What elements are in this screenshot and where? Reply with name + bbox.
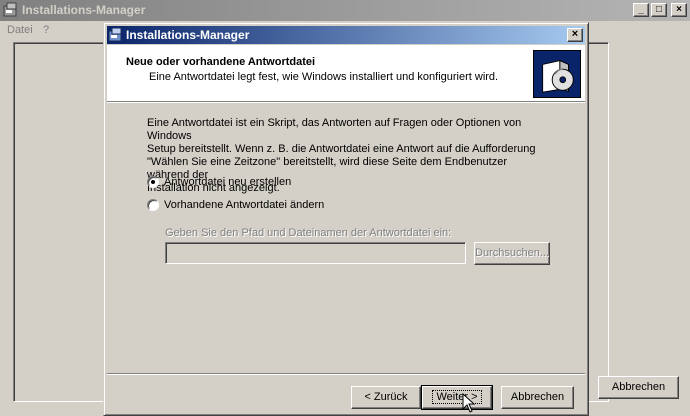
browse-button[interactable]: Durchsuchen...	[474, 242, 550, 265]
installer-app-icon	[108, 27, 122, 42]
dialog-title-bar[interactable]: Installations-Manager ×	[107, 26, 585, 44]
path-field-label: Geben Sie den Pfad und Dateinamen der An…	[165, 227, 452, 239]
software-box-cd-icon	[533, 50, 581, 98]
wizard-page-subtitle: Eine Antwortdatei legt fest, wie Windows…	[149, 71, 499, 83]
radio-modify-existing[interactable]	[147, 199, 159, 211]
close-icon: ×	[676, 4, 682, 15]
header-separator	[107, 101, 585, 103]
dialog-close-button[interactable]: ×	[567, 28, 583, 42]
main-cancel-button[interactable]: Abbrechen	[598, 376, 679, 399]
footer-separator	[107, 373, 585, 375]
next-button[interactable]: Weiter >	[421, 385, 493, 410]
minimize-button[interactable]: _	[633, 3, 649, 17]
maximize-button[interactable]: □	[651, 3, 667, 17]
option-create-new[interactable]: Antwortdatei neu erstellen	[147, 176, 291, 188]
description-line: Eine Antwortdatei ist ein Skript, das An…	[147, 117, 522, 142]
main-cancel-label: Abbrechen	[611, 381, 666, 393]
maximize-icon: □	[655, 4, 663, 15]
main-window-title: Installations-Manager	[22, 3, 146, 17]
back-label: < Zurück	[364, 391, 408, 403]
description-line: Setup bereitstellt. Wenn z. B. die Antwo…	[147, 143, 536, 155]
radio-create-new[interactable]	[147, 176, 159, 188]
back-button[interactable]: < Zurück	[351, 386, 421, 409]
browse-label: Durchsuchen...	[475, 247, 549, 259]
option-modify-existing[interactable]: Vorhandene Antwortdatei ändern	[147, 199, 324, 211]
menu-item-datei[interactable]: Datei	[7, 24, 33, 36]
installer-app-icon	[3, 2, 17, 17]
menu-item-help[interactable]: ?	[43, 24, 49, 36]
minimize-icon: _	[638, 4, 644, 15]
wizard-dialog: Installations-Manager × Neue oder vorhan…	[103, 22, 589, 416]
wizard-header: Neue oder vorhandene Antwortdatei Eine A…	[107, 45, 585, 101]
main-title-bar[interactable]: Installations-Manager _ □ ×	[0, 0, 690, 21]
cancel-label: Abbrechen	[510, 391, 565, 403]
close-icon: ×	[571, 28, 579, 40]
option-modify-existing-label: Vorhandene Antwortdatei ändern	[164, 199, 325, 211]
dialog-title: Installations-Manager	[126, 28, 250, 42]
answer-file-path-input[interactable]	[165, 242, 466, 264]
wizard-page-title: Neue oder vorhandene Antwortdatei	[126, 56, 316, 68]
mouse-pointer-icon	[462, 393, 476, 413]
main-close-button[interactable]: ×	[671, 3, 687, 17]
cancel-button[interactable]: Abbrechen	[501, 386, 574, 409]
option-create-new-label: Antwortdatei neu erstellen	[164, 176, 292, 188]
